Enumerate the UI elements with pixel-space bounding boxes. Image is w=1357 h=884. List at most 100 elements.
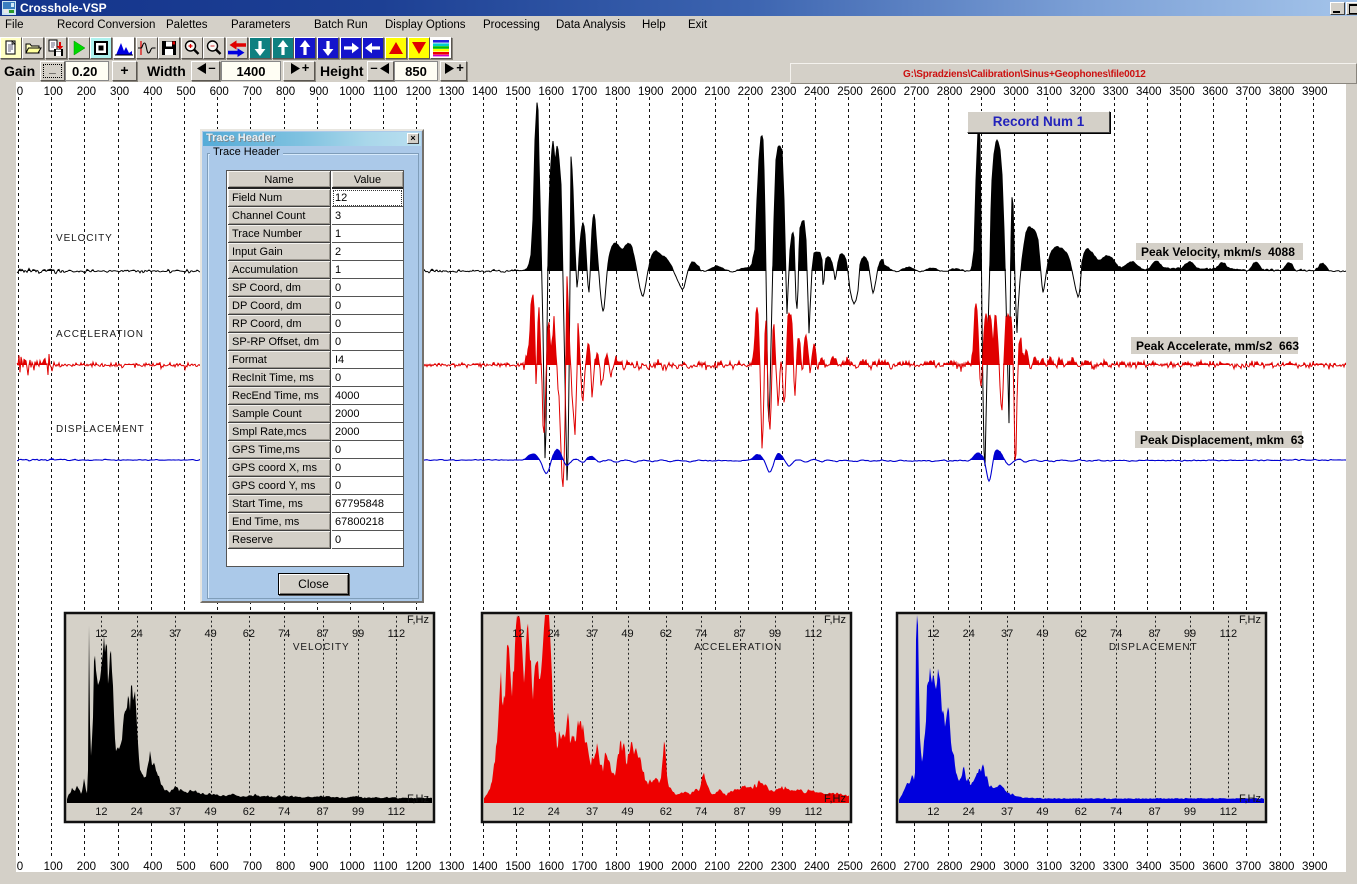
svg-text:112: 112 [1220, 806, 1238, 818]
svg-text:0: 0 [17, 86, 23, 98]
svg-text:74: 74 [278, 628, 290, 640]
svg-text:1400: 1400 [472, 861, 498, 872]
svg-text:2200: 2200 [738, 86, 764, 98]
svg-text:800: 800 [276, 86, 295, 98]
svg-text:49: 49 [621, 628, 633, 640]
svg-text:1400: 1400 [472, 86, 498, 98]
svg-text:1800: 1800 [605, 861, 631, 872]
svg-text:99: 99 [769, 806, 781, 818]
svg-text:0: 0 [17, 861, 23, 872]
svg-text:24: 24 [963, 806, 975, 818]
svg-text:3700: 3700 [1236, 86, 1262, 98]
svg-text:74: 74 [1110, 806, 1122, 818]
svg-text:74: 74 [278, 806, 290, 818]
svg-text:3800: 3800 [1269, 861, 1295, 872]
svg-text:2900: 2900 [970, 86, 996, 98]
svg-text:2200: 2200 [738, 861, 764, 872]
svg-text:74: 74 [1110, 628, 1122, 640]
svg-text:99: 99 [352, 628, 364, 640]
svg-text:100: 100 [44, 861, 63, 872]
svg-text:62: 62 [660, 806, 672, 818]
svg-text:37: 37 [1001, 628, 1013, 640]
svg-text:24: 24 [131, 806, 143, 818]
svg-text:3500: 3500 [1169, 861, 1195, 872]
svg-text:112: 112 [805, 806, 823, 818]
svg-text:62: 62 [1075, 806, 1087, 818]
svg-text:3900: 3900 [1302, 86, 1328, 98]
svg-text:2600: 2600 [870, 861, 896, 872]
svg-text:49: 49 [621, 806, 633, 818]
svg-text:87: 87 [317, 628, 329, 640]
svg-text:2100: 2100 [704, 86, 730, 98]
svg-text:1300: 1300 [439, 861, 465, 872]
svg-text:62: 62 [243, 806, 255, 818]
svg-text:2500: 2500 [837, 86, 863, 98]
svg-text:3400: 3400 [1136, 861, 1162, 872]
svg-text:2300: 2300 [771, 86, 797, 98]
svg-text:900: 900 [309, 86, 328, 98]
svg-text:62: 62 [243, 628, 255, 640]
svg-text:VELOCITY: VELOCITY [293, 642, 350, 653]
svg-text:112: 112 [388, 806, 406, 818]
svg-text:1000: 1000 [339, 861, 365, 872]
svg-text:112: 112 [1220, 628, 1238, 640]
svg-text:12: 12 [512, 806, 524, 818]
svg-text:24: 24 [548, 806, 560, 818]
svg-text:99: 99 [1184, 806, 1196, 818]
svg-text:1100: 1100 [373, 86, 398, 98]
svg-text:3300: 3300 [1103, 861, 1129, 872]
svg-text:3600: 3600 [1202, 861, 1228, 872]
svg-text:1300: 1300 [439, 86, 465, 98]
svg-text:87: 87 [734, 806, 746, 818]
svg-text:49: 49 [1036, 628, 1048, 640]
svg-text:3200: 3200 [1070, 86, 1096, 98]
svg-text:300: 300 [110, 86, 129, 98]
svg-text:1600: 1600 [538, 861, 564, 872]
svg-text:2700: 2700 [904, 861, 930, 872]
svg-text:37: 37 [586, 806, 598, 818]
svg-text:400: 400 [143, 86, 162, 98]
svg-text:300: 300 [110, 861, 129, 872]
svg-text:49: 49 [204, 628, 216, 640]
svg-text:3200: 3200 [1070, 861, 1096, 872]
svg-text:2000: 2000 [671, 86, 697, 98]
svg-text:2100: 2100 [704, 861, 730, 872]
svg-text:1000: 1000 [339, 86, 365, 98]
svg-text:2700: 2700 [904, 86, 930, 98]
svg-text:37: 37 [169, 628, 181, 640]
svg-text:500: 500 [176, 86, 195, 98]
svg-text:62: 62 [1075, 628, 1087, 640]
svg-text:99: 99 [1184, 628, 1196, 640]
svg-text:12: 12 [95, 806, 107, 818]
svg-text:99: 99 [769, 628, 781, 640]
svg-text:99: 99 [352, 806, 364, 818]
svg-text:600: 600 [210, 861, 229, 872]
svg-text:700: 700 [243, 86, 262, 98]
svg-text:F,Hz: F,Hz [824, 614, 846, 626]
svg-text:2600: 2600 [870, 86, 896, 98]
svg-text:500: 500 [176, 861, 195, 872]
svg-text:3000: 3000 [1003, 861, 1029, 872]
svg-text:600: 600 [210, 86, 229, 98]
svg-text:900: 900 [309, 861, 328, 872]
svg-text:2300: 2300 [771, 861, 797, 872]
svg-text:1200: 1200 [406, 861, 432, 872]
svg-text:400: 400 [143, 861, 162, 872]
svg-text:3700: 3700 [1236, 861, 1262, 872]
svg-text:1600: 1600 [538, 86, 564, 98]
svg-text:1200: 1200 [406, 86, 432, 98]
svg-text:1900: 1900 [638, 861, 664, 872]
svg-text:3500: 3500 [1169, 86, 1195, 98]
svg-text:3000: 3000 [1003, 86, 1029, 98]
svg-text:1700: 1700 [572, 86, 598, 98]
svg-text:1800: 1800 [605, 86, 631, 98]
svg-text:200: 200 [77, 86, 96, 98]
svg-text:1100: 1100 [373, 861, 398, 872]
svg-text:3600: 3600 [1202, 86, 1228, 98]
svg-text:87: 87 [317, 806, 329, 818]
svg-text:112: 112 [388, 628, 406, 640]
svg-text:37: 37 [1001, 806, 1013, 818]
svg-text:87: 87 [734, 628, 746, 640]
svg-text:1500: 1500 [505, 861, 531, 872]
svg-text:3400: 3400 [1136, 86, 1162, 98]
